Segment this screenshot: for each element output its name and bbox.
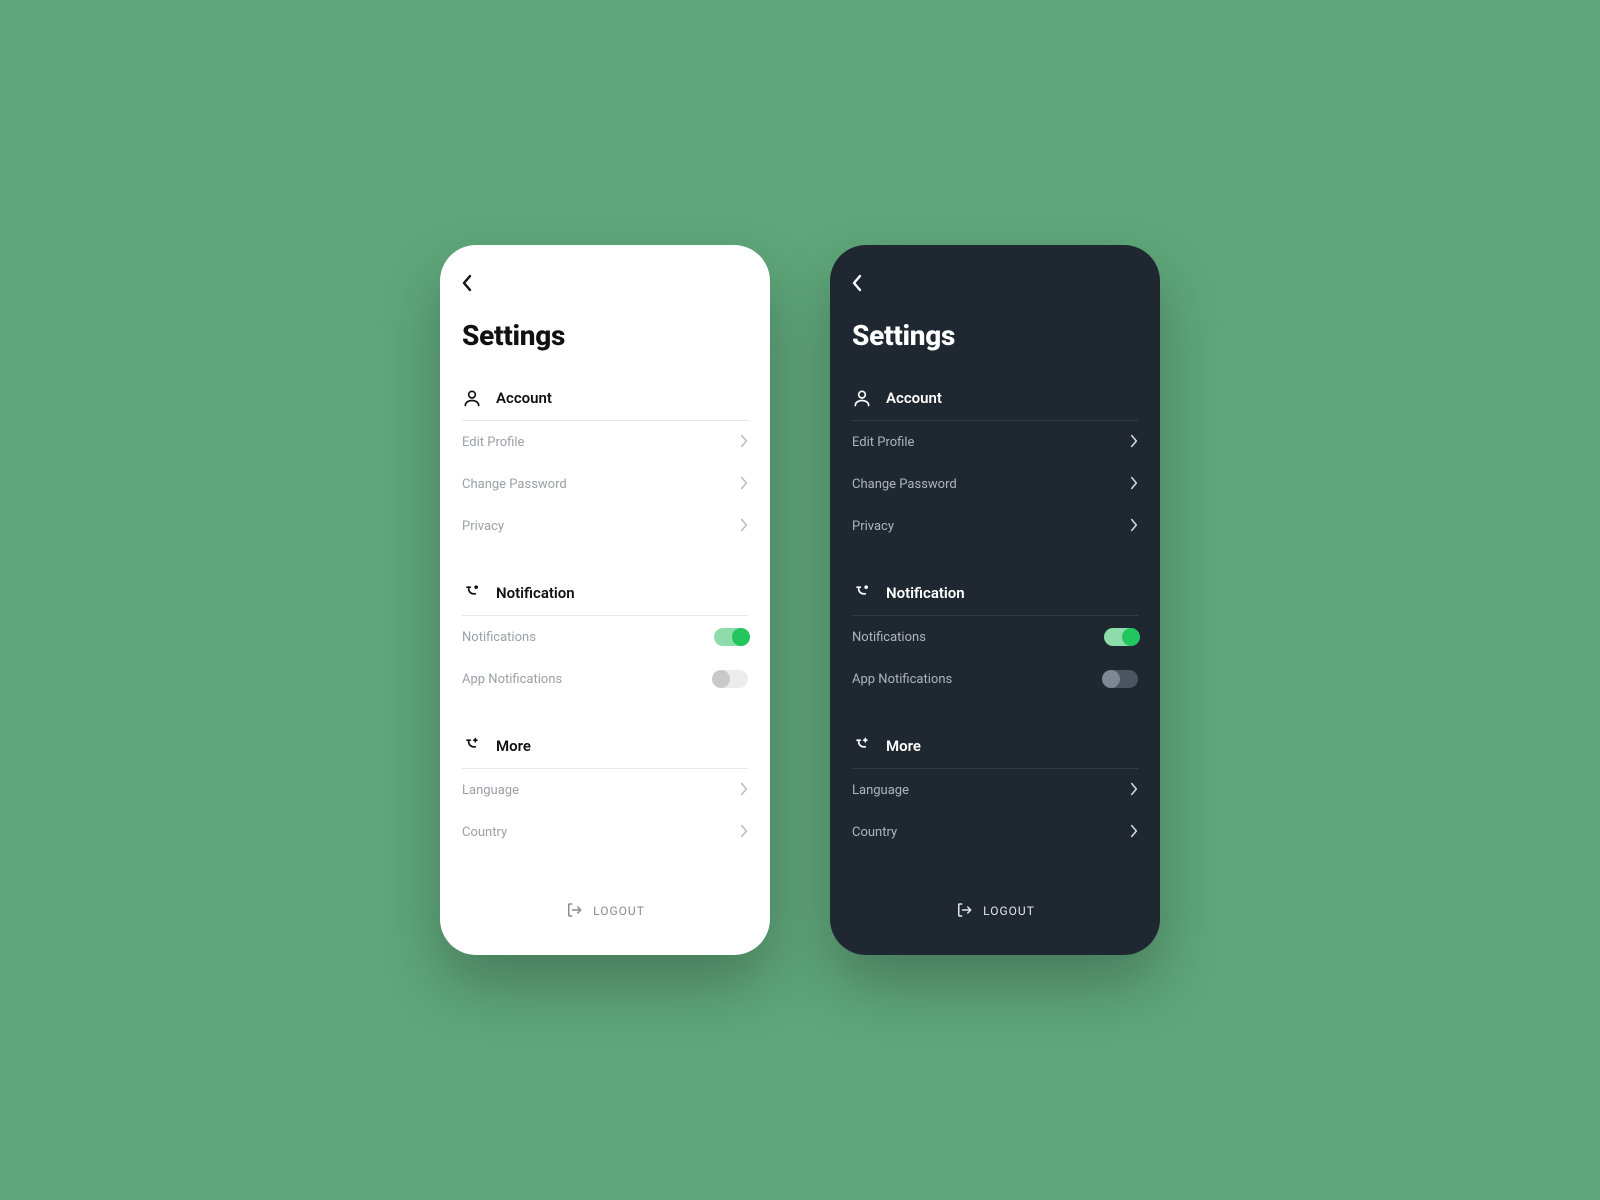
chevron-right-icon: [740, 781, 748, 800]
page-title: Settings: [462, 319, 748, 352]
row-privacy[interactable]: Privacy: [462, 505, 748, 547]
user-icon: [462, 388, 482, 408]
chevron-right-icon: [1130, 823, 1138, 842]
logout-button[interactable]: LOGOUT: [852, 891, 1138, 931]
section-account: Account Edit Profile Change Password Pri…: [462, 388, 748, 547]
row-label: Country: [852, 825, 897, 840]
more-icon: [462, 736, 482, 756]
row-edit-profile[interactable]: Edit Profile: [462, 421, 748, 463]
section-header-more: More: [462, 736, 748, 769]
row-change-password[interactable]: Change Password: [462, 463, 748, 505]
toggle-knob: [732, 628, 750, 646]
chevron-right-icon: [740, 823, 748, 842]
settings-screen-dark: Settings Account Edit Profile Change Pas…: [830, 245, 1160, 955]
logout-button[interactable]: LOGOUT: [462, 891, 748, 931]
row-label: App Notifications: [852, 672, 952, 687]
chevron-left-icon: [462, 274, 472, 296]
chevron-right-icon: [1130, 517, 1138, 536]
row-label: Change Password: [852, 477, 957, 492]
logout-label: LOGOUT: [983, 904, 1035, 918]
toggle-knob: [1122, 628, 1140, 646]
section-title: Notification: [496, 584, 575, 602]
logout-icon: [565, 901, 583, 922]
row-label: Edit Profile: [852, 435, 914, 450]
section-title: More: [886, 737, 921, 755]
row-label: Change Password: [462, 477, 567, 492]
logout-icon: [955, 901, 973, 922]
toggle-knob: [712, 670, 730, 688]
notification-icon: [462, 583, 482, 603]
toggle-app-notifications[interactable]: [1104, 670, 1138, 688]
chevron-right-icon: [740, 517, 748, 536]
toggle-notifications[interactable]: [714, 628, 748, 646]
section-header-account: Account: [852, 388, 1138, 421]
row-app-notifications[interactable]: App Notifications: [462, 658, 748, 700]
chevron-left-icon: [852, 274, 862, 296]
user-icon: [852, 388, 872, 408]
section-title: Account: [886, 389, 942, 407]
row-label: App Notifications: [462, 672, 562, 687]
row-label: Country: [462, 825, 507, 840]
notification-icon: [852, 583, 872, 603]
chevron-right-icon: [1130, 475, 1138, 494]
back-button[interactable]: [852, 273, 876, 297]
settings-screen-light: Settings Account Edit Profile Change Pas…: [440, 245, 770, 955]
logout-label: LOGOUT: [593, 904, 645, 918]
toggle-knob: [1102, 670, 1120, 688]
row-label: Notifications: [462, 630, 536, 645]
row-notifications[interactable]: Notifications: [852, 616, 1138, 658]
row-label: Edit Profile: [462, 435, 524, 450]
section-account: Account Edit Profile Change Password Pri…: [852, 388, 1138, 547]
back-button[interactable]: [462, 273, 486, 297]
row-country[interactable]: Country: [852, 811, 1138, 853]
row-label: Privacy: [462, 519, 504, 534]
section-notification: Notification Notifications App Notificat…: [462, 583, 748, 700]
section-header-notification: Notification: [852, 583, 1138, 616]
row-language[interactable]: Language: [852, 769, 1138, 811]
more-icon: [852, 736, 872, 756]
row-label: Notifications: [852, 630, 926, 645]
section-header-notification: Notification: [462, 583, 748, 616]
section-more: More Language Country: [852, 736, 1138, 853]
toggle-notifications[interactable]: [1104, 628, 1138, 646]
row-country[interactable]: Country: [462, 811, 748, 853]
row-language[interactable]: Language: [462, 769, 748, 811]
chevron-right-icon: [740, 475, 748, 494]
chevron-right-icon: [740, 433, 748, 452]
section-title: Account: [496, 389, 552, 407]
section-more: More Language Country: [462, 736, 748, 853]
row-label: Language: [462, 783, 519, 798]
row-change-password[interactable]: Change Password: [852, 463, 1138, 505]
row-privacy[interactable]: Privacy: [852, 505, 1138, 547]
section-title: Notification: [886, 584, 965, 602]
row-app-notifications[interactable]: App Notifications: [852, 658, 1138, 700]
row-notifications[interactable]: Notifications: [462, 616, 748, 658]
page-title: Settings: [852, 319, 1138, 352]
chevron-right-icon: [1130, 433, 1138, 452]
row-edit-profile[interactable]: Edit Profile: [852, 421, 1138, 463]
section-title: More: [496, 737, 531, 755]
section-header-account: Account: [462, 388, 748, 421]
toggle-app-notifications[interactable]: [714, 670, 748, 688]
row-label: Privacy: [852, 519, 894, 534]
chevron-right-icon: [1130, 781, 1138, 800]
section-header-more: More: [852, 736, 1138, 769]
row-label: Language: [852, 783, 909, 798]
section-notification: Notification Notifications App Notificat…: [852, 583, 1138, 700]
